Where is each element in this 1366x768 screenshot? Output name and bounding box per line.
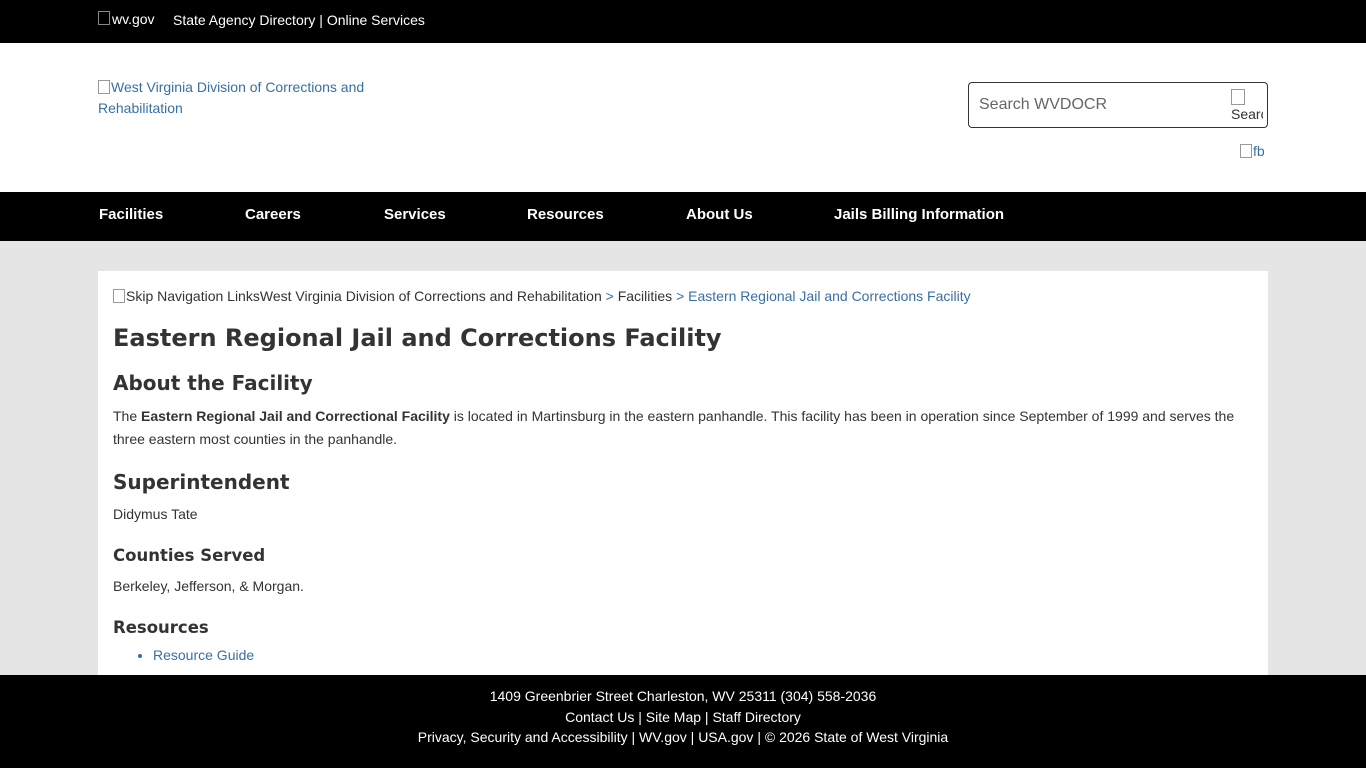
footer-separator: | [704, 708, 709, 725]
online-services-link[interactable]: Online Services [327, 12, 425, 28]
counties-heading: Counties Served [113, 546, 266, 565]
breadcrumb: Skip Navigation LinksWest Virginia Divis… [113, 288, 971, 304]
facebook-link[interactable]: fb [1240, 143, 1265, 159]
broken-image-icon [98, 11, 110, 25]
footer-links-row-1: Contact Us | Site Map | Staff Directory [0, 707, 1366, 728]
list-item: Resource Guide [153, 647, 254, 663]
footer-links-row-2: Privacy, Security and Accessibility | WV… [0, 727, 1366, 748]
footer-separator: | [690, 729, 695, 745]
top-bar-links: State Agency Directory | Online Services [173, 12, 425, 28]
breadcrumb-separator: > [605, 288, 614, 304]
counties-text: Berkeley, Jefferson, & Morgan. [113, 578, 304, 594]
facility-name-bold: Eastern Regional Jail and Correctional F… [141, 408, 450, 424]
skip-navigation-alt: Skip Navigation Links [126, 288, 260, 304]
superintendent-name: Didymus Tate [113, 506, 198, 522]
top-bar-separator: | [319, 12, 323, 28]
staff-directory-link[interactable]: Staff Directory [712, 709, 800, 725]
page-title: Eastern Regional Jail and Corrections Fa… [113, 324, 722, 352]
footer-separator: | [631, 729, 636, 745]
about-heading: About the Facility [113, 371, 313, 395]
wvdocr-logo-alt: West Virginia Division of Corrections an… [98, 79, 365, 116]
search-button[interactable]: Search [1231, 89, 1263, 123]
about-text: The Eastern Regional Jail and Correction… [113, 405, 1253, 451]
nav-item-jails-billing[interactable]: Jails Billing Information [834, 206, 1004, 223]
resources-list: Resource Guide [153, 647, 254, 663]
breadcrumb-separator: > [676, 288, 685, 304]
search-icon [1231, 89, 1245, 105]
superintendent-heading: Superintendent [113, 470, 290, 494]
wvdocr-logo-link[interactable]: West Virginia Division of Corrections an… [98, 77, 398, 119]
skip-navigation-link[interactable]: Skip Navigation Links [113, 288, 260, 304]
facebook-alt: fb [1253, 143, 1265, 159]
search-box: Search [968, 82, 1268, 128]
state-agency-directory-link[interactable]: State Agency Directory [173, 12, 315, 28]
nav-item-about-us[interactable]: About Us [686, 206, 753, 223]
site-footer: 1409 Greenbrier Street Charleston, WV 25… [0, 675, 1366, 768]
search-button-alt: Search [1231, 106, 1263, 122]
main-nav: Facilities Careers Services Resources Ab… [0, 192, 1366, 241]
resource-guide-link[interactable]: Resource Guide [153, 647, 254, 663]
site-header: West Virginia Division of Corrections an… [0, 43, 1366, 192]
copyright: © 2026 State of West Virginia [764, 729, 949, 745]
nav-item-resources[interactable]: Resources [527, 206, 604, 223]
broken-image-icon [98, 80, 110, 94]
nav-item-facilities[interactable]: Facilities [99, 206, 163, 223]
footer-separator: | [638, 708, 642, 725]
breadcrumb-home[interactable]: West Virginia Division of Corrections an… [260, 288, 602, 304]
privacy-link[interactable]: Privacy, Security and Accessibility [418, 729, 628, 745]
site-map-link[interactable]: Site Map [646, 709, 701, 725]
breadcrumb-current: Eastern Regional Jail and Corrections Fa… [688, 288, 971, 304]
resources-heading: Resources [113, 618, 209, 637]
footer-address: 1409 Greenbrier Street Charleston, WV 25… [489, 688, 877, 704]
search-input[interactable] [979, 93, 1219, 117]
wv-gov-logo-alt: wv.gov [112, 11, 155, 27]
usa-gov-link[interactable]: USA.gov [698, 729, 753, 745]
facebook-icon [1240, 144, 1252, 158]
main-content: Skip Navigation LinksWest Virginia Divis… [98, 271, 1268, 675]
top-bar: wv.gov State Agency Directory | Online S… [0, 0, 1366, 43]
nav-item-careers[interactable]: Careers [245, 206, 301, 223]
nav-item-services[interactable]: Services [384, 206, 446, 223]
broken-image-icon [113, 289, 125, 303]
about-text-pre: The [113, 408, 142, 424]
footer-separator: | [757, 729, 761, 745]
wv-gov-link[interactable]: WV.gov [639, 729, 687, 745]
contact-us-link[interactable]: Contact Us [565, 709, 634, 725]
wv-gov-logo-link[interactable]: wv.gov [98, 11, 155, 27]
breadcrumb-facilities[interactable]: Facilities [618, 288, 672, 304]
